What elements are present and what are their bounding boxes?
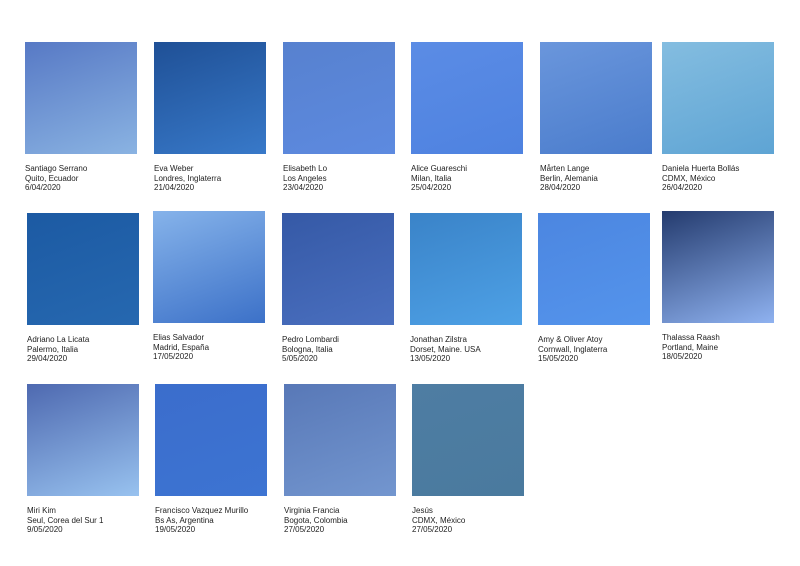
photo-location: Portland, Maine — [662, 342, 719, 352]
photographer-name: Miri Kim — [27, 506, 56, 515]
photo-date: 19/05/2020 — [155, 525, 196, 535]
photo-caption: Miri Kim Seul, Corea del Sur 1 9/05/2020 — [27, 506, 142, 535]
photo-caption: Pedro Lombardi Bologna, Italia 5/05/2020 — [282, 335, 397, 364]
photo-caption: Jesús CDMX, México 27/05/2020 — [412, 506, 527, 535]
photo-date: 25/04/2020 — [411, 183, 452, 193]
photographer-name: Francisco Vazquez Murillo — [155, 506, 249, 515]
sky-photo-card: Eva Weber Londres, Inglaterra 21/04/2020 — [154, 42, 269, 193]
sky-photo-card: Thalassa Raash Portland, Maine 18/05/2020 — [662, 211, 777, 362]
sky-photo — [410, 213, 522, 325]
photo-caption: Amy & Oliver Atoy Cornwall, Inglaterra 15/… — [538, 335, 653, 364]
photo-location: Madrid, España — [153, 342, 210, 352]
sky-photo — [153, 211, 265, 323]
sky-photo — [283, 42, 395, 154]
sky-photo-card: Daniela Huerta Bollás CDMX, México 26/04/2… — [662, 42, 777, 193]
sky-photo — [27, 384, 139, 496]
sky-photo-card: Francisco Vazquez Murillo Bs As, Argentin… — [155, 384, 270, 535]
photo-date: 15/05/2020 — [538, 354, 579, 364]
photographer-name: Eva Weber — [154, 164, 194, 173]
sky-photo-card: Adriano La Licata Palermo, Italia 29/04/20… — [27, 213, 142, 364]
photo-location: Bologna, Italia — [282, 344, 333, 354]
sky-photo — [662, 211, 774, 323]
photo-location: Quito, Ecuador — [25, 173, 79, 183]
photo-location: Londres, Inglaterra — [154, 173, 222, 183]
photo-location: CDMX, México — [412, 515, 466, 525]
photo-caption: Santiago Serrano Quito, Ecuador 6/04/2020 — [25, 164, 140, 193]
sky-photo-card: Alice Guareschi Milan, Italia 25/04/2020 — [411, 42, 526, 193]
sky-photo — [27, 213, 139, 325]
photo-date: 27/05/2020 — [284, 525, 325, 535]
photographer-name: Elisabeth Lo — [283, 164, 328, 173]
photo-caption: Mårten Lange Berlin, Alemania 28/04/2020 — [540, 164, 655, 193]
photo-location: Milan, Italia — [411, 173, 452, 183]
photo-date: 6/04/2020 — [25, 183, 61, 193]
photographer-name: Daniela Huerta Bollás — [662, 164, 740, 173]
photographer-name: Santiago Serrano — [25, 164, 88, 173]
sky-photo — [25, 42, 137, 154]
sky-photo — [155, 384, 267, 496]
sky-photo-card: Amy & Oliver Atoy Cornwall, Inglaterra 15/… — [538, 213, 653, 364]
photo-location: Bs As, Argentina — [155, 515, 214, 525]
sky-photo — [284, 384, 396, 496]
sky-photo-card: Miri Kim Seul, Corea del Sur 1 9/05/2020 — [27, 384, 142, 535]
photo-location: Seul, Corea del Sur 1 — [27, 515, 104, 525]
photo-date: 13/05/2020 — [410, 354, 451, 364]
photo-date: 26/04/2020 — [662, 183, 703, 193]
photo-location: Cornwall, Inglaterra — [538, 344, 608, 354]
photo-location: CDMX, México — [662, 173, 716, 183]
sky-photo-card: Mårten Lange Berlin, Alemania 28/04/2020 — [540, 42, 655, 193]
sky-photo-card: Jonathan Zilstra Dorset, Maine. USA 13/05/… — [410, 213, 525, 364]
photographer-name: Virginia Francia — [284, 506, 340, 515]
photo-caption: Eva Weber Londres, Inglaterra 21/04/2020 — [154, 164, 269, 193]
photographer-name: Mårten Lange — [540, 164, 590, 173]
photo-caption: Alice Guareschi Milan, Italia 25/04/2020 — [411, 164, 526, 193]
photo-date: 17/05/2020 — [153, 352, 194, 362]
photo-caption: Adriano La Licata Palermo, Italia 29/04/20… — [27, 335, 142, 364]
photo-caption: Virginia Francia Bogota, Colombia 27/05/20… — [284, 506, 399, 535]
photo-date: 5/05/2020 — [282, 354, 318, 364]
sky-photo — [540, 42, 652, 154]
photographer-name: Pedro Lombardi — [282, 335, 339, 344]
sky-photo — [412, 384, 524, 496]
sky-photo — [411, 42, 523, 154]
sky-photo-card: Pedro Lombardi Bologna, Italia 5/05/2020 — [282, 213, 397, 364]
sky-photo-card: Virginia Francia Bogota, Colombia 27/05/20… — [284, 384, 399, 535]
photographer-name: Alice Guareschi — [411, 164, 468, 173]
sky-photo-card: Elisabeth Lo Los Angeles 23/04/2020 — [283, 42, 398, 193]
sky-photo-card: Jesús CDMX, México 27/05/2020 — [412, 384, 527, 535]
sky-photo — [282, 213, 394, 325]
photo-caption: Elisabeth Lo Los Angeles 23/04/2020 — [283, 164, 398, 193]
photographer-name: Jonathan Zilstra — [410, 335, 467, 344]
photo-date: 29/04/2020 — [27, 354, 68, 364]
sky-photo-card: Santiago Serrano Quito, Ecuador 6/04/2020 — [25, 42, 140, 193]
photo-date: 27/05/2020 — [412, 525, 453, 535]
photo-location: Palermo, Italia — [27, 344, 79, 354]
sky-photo — [154, 42, 266, 154]
photo-caption: Daniela Huerta Bollás CDMX, México 26/04/2… — [662, 164, 777, 193]
photo-date: 21/04/2020 — [154, 183, 195, 193]
photo-caption: Elias Salvador Madrid, España 17/05/2020 — [153, 333, 268, 362]
photo-location: Bogota, Colombia — [284, 515, 348, 525]
sky-photo — [662, 42, 774, 154]
photo-location: Los Angeles — [283, 173, 327, 183]
sky-photo-card: Elias Salvador Madrid, España 17/05/2020 — [153, 211, 268, 362]
photographer-name: Thalassa Raash — [662, 333, 720, 342]
photo-caption: Jonathan Zilstra Dorset, Maine. USA 13/05/… — [410, 335, 525, 364]
photo-location: Berlin, Alemania — [540, 173, 598, 183]
sky-gallery-page: { "entries": [ {"name": "Santiago Serran… — [0, 0, 800, 566]
photo-date: 28/04/2020 — [540, 183, 581, 193]
photographer-name: Adriano La Licata — [27, 335, 90, 344]
photo-date: 18/05/2020 — [662, 352, 703, 362]
photo-caption: Francisco Vazquez Murillo Bs As, Argentin… — [155, 506, 270, 535]
photographer-name: Jesús — [412, 506, 433, 515]
photographer-name: Amy & Oliver Atoy — [538, 335, 603, 344]
photo-location: Dorset, Maine. USA — [410, 344, 481, 354]
sky-photo — [538, 213, 650, 325]
photo-date: 9/05/2020 — [27, 525, 63, 535]
photo-date: 23/04/2020 — [283, 183, 324, 193]
photo-caption: Thalassa Raash Portland, Maine 18/05/2020 — [662, 333, 777, 362]
photographer-name: Elias Salvador — [153, 333, 205, 342]
